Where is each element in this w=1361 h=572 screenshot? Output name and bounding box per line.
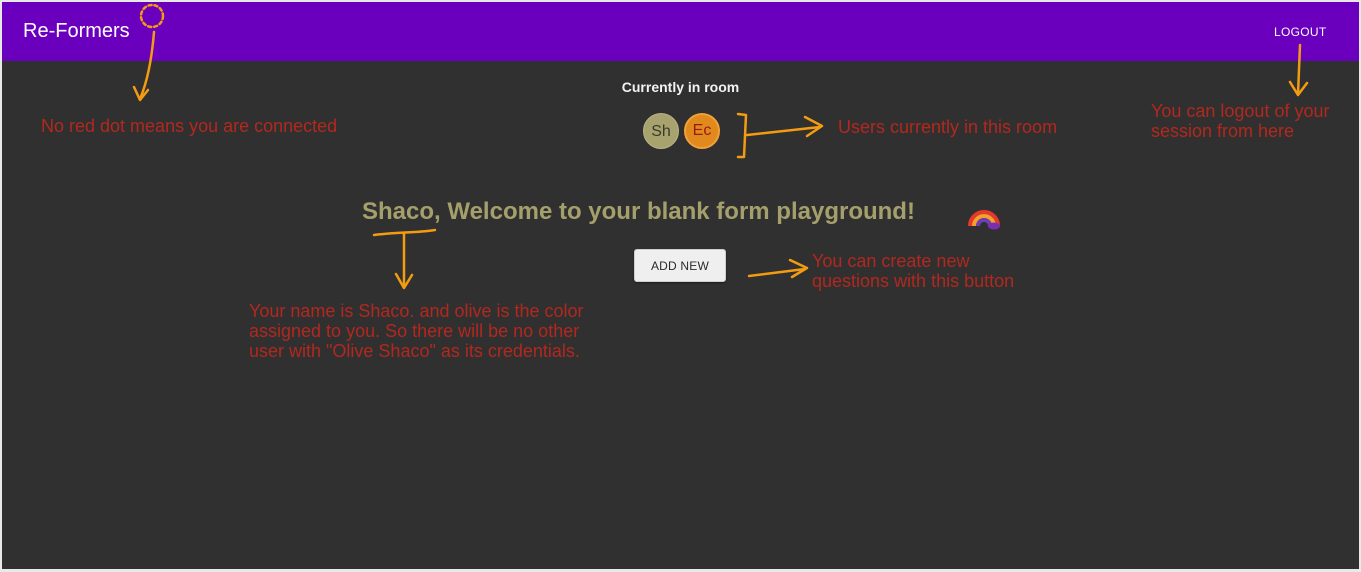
users-note: Users currently in this room [838,117,1057,137]
welcome-heading: Shaco, Welcome to your blank form playgr… [362,198,915,225]
room-users: Sh Ec [642,113,732,153]
logout-button[interactable]: LOGOUT [1274,25,1326,39]
add-note: You can create new questions with this b… [812,251,1014,291]
add-note-line-2: questions with this button [812,271,1015,291]
users-arrowhead [803,115,824,138]
user-avatar-ec: Ec [684,113,720,149]
name-arrowhead [394,272,414,290]
add-arrowhead [788,258,809,279]
room-title: Currently in room [621,79,740,95]
top-navbar: Re-Formers LOGOUT [2,2,1359,61]
user-avatar-sh: Sh [643,113,679,149]
add-note-line-1: You can create new [812,251,970,271]
name-underline [372,228,437,237]
users-arrow [745,125,822,137]
brand-title: Re-Formers [23,20,130,42]
users-note-text: Users currently in this room [838,117,1058,137]
app-frame: Re-Formers LOGOUT Currently in room Sh E… [2,2,1359,569]
logout-note: You can logout of your session from here [1151,101,1329,141]
connection-note-text: No red dot means you are connected [41,116,338,136]
logout-note-line-1: You can logout of your [1151,101,1330,121]
name-note-line-2: assigned to you. So there will be no oth… [249,321,580,341]
rainbow-icon [968,210,1000,230]
users-bracket [736,112,748,159]
logout-note-line-2: session from here [1151,121,1295,141]
name-note-line-1: Your name is Shaco. and olive is the col… [249,301,584,321]
add-arrow [747,267,807,278]
name-note: Your name is Shaco. and olive is the col… [249,301,584,361]
connection-note: No red dot means you are connected [41,116,337,136]
add-new-button[interactable]: ADD NEW [634,249,726,282]
name-note-line-3: user with "Olive Shaco" as its credentia… [249,341,580,361]
